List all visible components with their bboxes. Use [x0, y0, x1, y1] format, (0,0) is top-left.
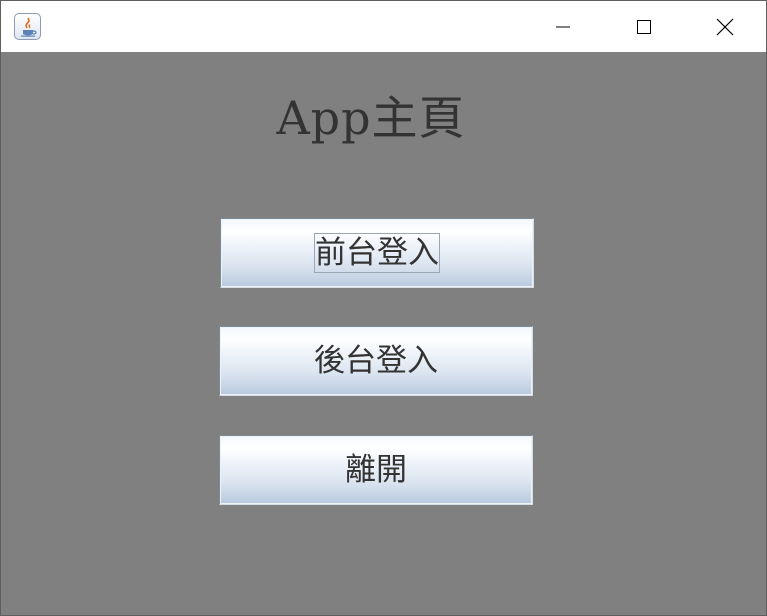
- backend-login-button[interactable]: 後台登入: [219, 326, 533, 396]
- exit-button[interactable]: 離開: [219, 435, 533, 505]
- button-label: 前台登入: [314, 233, 440, 273]
- minimize-button[interactable]: [523, 1, 603, 52]
- maximize-button[interactable]: [604, 1, 684, 52]
- button-label: 後台登入: [314, 343, 438, 379]
- app-window: App主頁 前台登入 後台登入 離開: [0, 0, 767, 616]
- title-bar[interactable]: [1, 1, 766, 52]
- frontend-login-button[interactable]: 前台登入: [220, 218, 534, 288]
- maximize-icon: [637, 19, 651, 34]
- java-coffee-cup-icon[interactable]: [14, 13, 41, 40]
- minimize-icon: [556, 26, 570, 27]
- close-icon: [716, 18, 734, 35]
- close-button[interactable]: [685, 1, 765, 52]
- button-label: 離開: [345, 452, 407, 488]
- page-title: App主頁: [276, 91, 466, 145]
- main-panel: App主頁 前台登入 後台登入 離開: [1, 52, 766, 615]
